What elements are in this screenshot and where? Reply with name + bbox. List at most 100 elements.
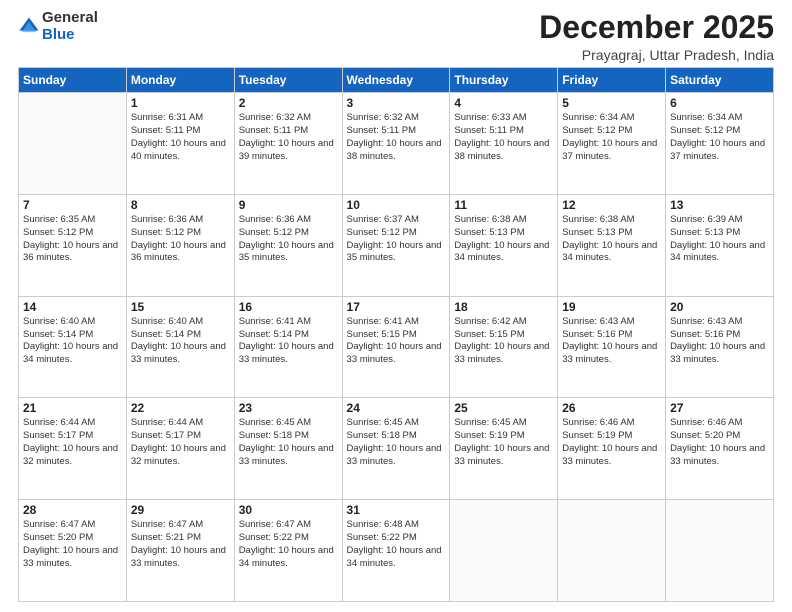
day-info: Sunrise: 6:44 AMSunset: 5:17 PMDaylight:… (131, 417, 230, 468)
day-cell: 31Sunrise: 6:48 AMSunset: 5:22 PMDayligh… (342, 500, 450, 602)
day-number: 8 (131, 198, 230, 212)
day-number: 6 (670, 96, 769, 110)
day-number: 26 (562, 401, 661, 415)
day-number: 7 (23, 198, 122, 212)
day-info: Sunrise: 6:34 AMSunset: 5:12 PMDaylight:… (562, 112, 661, 163)
day-cell: 18Sunrise: 6:42 AMSunset: 5:15 PMDayligh… (450, 296, 558, 398)
day-cell: 20 Sunrise: 6:43 AMSunset: 5:16 PMDayligh… (666, 296, 774, 398)
day-info: Sunrise: 6:31 AMSunset: 5:11 PMDaylight:… (131, 112, 230, 163)
location: Prayagraj, Uttar Pradesh, India (539, 47, 774, 63)
day-info: Sunrise: 6:35 AMSunset: 5:12 PMDaylight:… (23, 214, 122, 265)
day-cell: 30 Sunrise: 6:47 AMSunset: 5:22 PMDayligh… (234, 500, 342, 602)
day-cell: 1 Sunrise: 6:31 AMSunset: 5:11 PMDaylight… (126, 93, 234, 195)
day-number: 2 (239, 96, 338, 110)
day-cell: 22 Sunrise: 6:44 AMSunset: 5:17 PMDayligh… (126, 398, 234, 500)
day-number: 13 (670, 198, 769, 212)
day-number: 21 (23, 401, 122, 415)
day-info: Sunrise: 6:39 AMSunset: 5:13 PMDaylight:… (670, 214, 769, 265)
day-number: 27 (670, 401, 769, 415)
day-info: Sunrise: 6:46 AMSunset: 5:20 PMDaylight:… (670, 417, 769, 468)
day-number: 30 (239, 503, 338, 517)
day-info: Sunrise: 6:40 AMSunset: 5:14 PMDaylight:… (23, 316, 122, 367)
day-info: Sunrise: 6:47 AMSunset: 5:22 PMDaylight:… (239, 519, 338, 570)
day-cell: 15 Sunrise: 6:40 AMSunset: 5:14 PMDayligh… (126, 296, 234, 398)
day-info: Sunrise: 6:36 AMSunset: 5:12 PMDaylight:… (239, 214, 338, 265)
day-number: 23 (239, 401, 338, 415)
day-number: 4 (454, 96, 553, 110)
day-cell (558, 500, 666, 602)
day-number: 16 (239, 300, 338, 314)
day-cell (19, 93, 127, 195)
week-row-2: 14 Sunrise: 6:40 AMSunset: 5:14 PMDayligh… (19, 296, 774, 398)
logo-blue-text: Blue (42, 26, 75, 43)
day-cell: 21 Sunrise: 6:44 AMSunset: 5:17 PMDayligh… (19, 398, 127, 500)
day-number: 14 (23, 300, 122, 314)
week-row-4: 28 Sunrise: 6:47 AMSunset: 5:20 PMDayligh… (19, 500, 774, 602)
day-info: Sunrise: 6:47 AMSunset: 5:21 PMDaylight:… (131, 519, 230, 570)
day-info: Sunrise: 6:41 AMSunset: 5:15 PMDaylight:… (347, 316, 446, 367)
weekday-sunday: Sunday (19, 68, 127, 93)
day-cell: 24Sunrise: 6:45 AMSunset: 5:18 PMDayligh… (342, 398, 450, 500)
day-info: Sunrise: 6:44 AMSunset: 5:17 PMDaylight:… (23, 417, 122, 468)
day-info: Sunrise: 6:41 AMSunset: 5:14 PMDaylight:… (239, 316, 338, 367)
day-cell: 10Sunrise: 6:37 AMSunset: 5:12 PMDayligh… (342, 194, 450, 296)
day-cell: 3 Sunrise: 6:32 AMSunset: 5:11 PMDaylight… (342, 93, 450, 195)
weekday-saturday: Saturday (666, 68, 774, 93)
month-title: December 2025 (539, 10, 774, 45)
day-info: Sunrise: 6:38 AMSunset: 5:13 PMDaylight:… (562, 214, 661, 265)
day-cell: 26 Sunrise: 6:46 AMSunset: 5:19 PMDayligh… (558, 398, 666, 500)
day-number: 22 (131, 401, 230, 415)
logo-icon (18, 16, 40, 38)
day-cell: 29Sunrise: 6:47 AMSunset: 5:21 PMDayligh… (126, 500, 234, 602)
day-cell: 11 Sunrise: 6:38 AMSunset: 5:13 PMDayligh… (450, 194, 558, 296)
day-number: 25 (454, 401, 553, 415)
day-number: 28 (23, 503, 122, 517)
week-row-1: 7 Sunrise: 6:35 AMSunset: 5:12 PMDaylight… (19, 194, 774, 296)
logo: General Blue (18, 10, 98, 43)
logo-text: General Blue (42, 10, 98, 43)
title-section: December 2025 Prayagraj, Uttar Pradesh, … (539, 10, 774, 63)
calendar-body: 1 Sunrise: 6:31 AMSunset: 5:11 PMDaylight… (19, 93, 774, 602)
day-cell: 13 Sunrise: 6:39 AMSunset: 5:13 PMDayligh… (666, 194, 774, 296)
day-cell: 2 Sunrise: 6:32 AMSunset: 5:11 PMDaylight… (234, 93, 342, 195)
weekday-friday: Friday (558, 68, 666, 93)
day-cell: 23 Sunrise: 6:45 AMSunset: 5:18 PMDayligh… (234, 398, 342, 500)
day-cell: 28 Sunrise: 6:47 AMSunset: 5:20 PMDayligh… (19, 500, 127, 602)
day-number: 20 (670, 300, 769, 314)
day-info: Sunrise: 6:47 AMSunset: 5:20 PMDaylight:… (23, 519, 122, 570)
weekday-wednesday: Wednesday (342, 68, 450, 93)
day-number: 15 (131, 300, 230, 314)
day-cell: 8Sunrise: 6:36 AMSunset: 5:12 PMDaylight… (126, 194, 234, 296)
day-info: Sunrise: 6:43 AMSunset: 5:16 PMDaylight:… (670, 316, 769, 367)
day-number: 5 (562, 96, 661, 110)
day-info: Sunrise: 6:37 AMSunset: 5:12 PMDaylight:… (347, 214, 446, 265)
weekday-header-row: SundayMondayTuesdayWednesdayThursdayFrid… (19, 68, 774, 93)
calendar-table: SundayMondayTuesdayWednesdayThursdayFrid… (18, 67, 774, 602)
day-info: Sunrise: 6:32 AMSunset: 5:11 PMDaylight:… (347, 112, 446, 163)
day-number: 1 (131, 96, 230, 110)
day-number: 12 (562, 198, 661, 212)
calendar-header: SundayMondayTuesdayWednesdayThursdayFrid… (19, 68, 774, 93)
day-info: Sunrise: 6:40 AMSunset: 5:14 PMDaylight:… (131, 316, 230, 367)
weekday-monday: Monday (126, 68, 234, 93)
day-info: Sunrise: 6:48 AMSunset: 5:22 PMDaylight:… (347, 519, 446, 570)
day-info: Sunrise: 6:45 AMSunset: 5:18 PMDaylight:… (239, 417, 338, 468)
day-cell: 6Sunrise: 6:34 AMSunset: 5:12 PMDaylight… (666, 93, 774, 195)
week-row-3: 21 Sunrise: 6:44 AMSunset: 5:17 PMDayligh… (19, 398, 774, 500)
day-info: Sunrise: 6:46 AMSunset: 5:19 PMDaylight:… (562, 417, 661, 468)
day-info: Sunrise: 6:43 AMSunset: 5:16 PMDaylight:… (562, 316, 661, 367)
day-info: Sunrise: 6:32 AMSunset: 5:11 PMDaylight:… (239, 112, 338, 163)
header: General Blue December 2025 Prayagraj, Ut… (18, 10, 774, 63)
day-number: 3 (347, 96, 446, 110)
day-cell (666, 500, 774, 602)
day-cell: 7 Sunrise: 6:35 AMSunset: 5:12 PMDaylight… (19, 194, 127, 296)
day-cell: 14 Sunrise: 6:40 AMSunset: 5:14 PMDayligh… (19, 296, 127, 398)
day-number: 11 (454, 198, 553, 212)
day-info: Sunrise: 6:42 AMSunset: 5:15 PMDaylight:… (454, 316, 553, 367)
page: General Blue December 2025 Prayagraj, Ut… (0, 0, 792, 612)
logo-general-text: General (42, 9, 98, 26)
day-cell: 17Sunrise: 6:41 AMSunset: 5:15 PMDayligh… (342, 296, 450, 398)
day-info: Sunrise: 6:38 AMSunset: 5:13 PMDaylight:… (454, 214, 553, 265)
day-number: 19 (562, 300, 661, 314)
weekday-tuesday: Tuesday (234, 68, 342, 93)
